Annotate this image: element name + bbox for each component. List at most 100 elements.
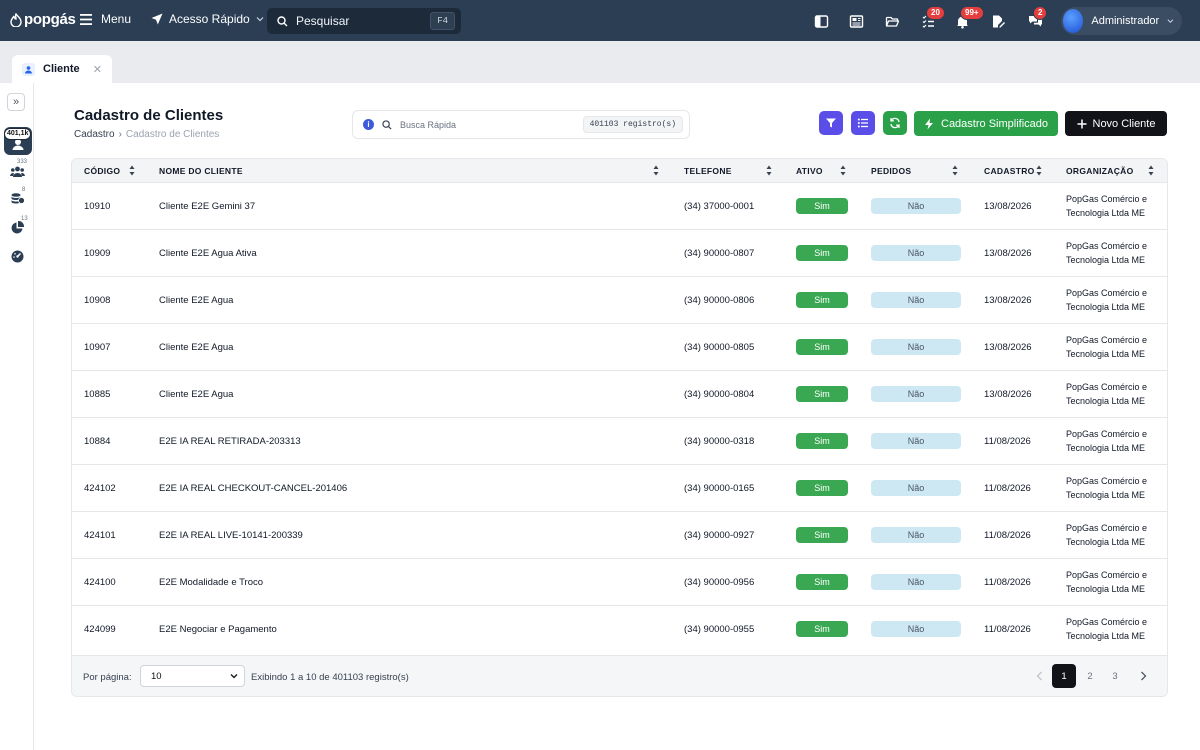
cell-code: 10910 [84, 201, 111, 212]
edit-document-button[interactable] [989, 12, 1007, 30]
org-line-2: Tecnologia Ltda ME [1066, 302, 1146, 312]
user-menu[interactable]: Administrador [1061, 7, 1182, 35]
pagination-summary: Exibindo 1 a 10 de 401103 registro(s) [251, 672, 409, 683]
cell-organization: PopGas Comércio e Tecnologia Ltda ME [1066, 192, 1162, 220]
new-client-button[interactable]: Novo Cliente [1065, 111, 1167, 136]
rail-reports-count: 13 [21, 216, 28, 222]
cell-phone: (34) 90000-0955 [684, 624, 755, 635]
status-badge-orders: Não [871, 480, 961, 496]
lightning-icon [925, 118, 933, 129]
cell-date: 11/08/2026 [984, 577, 1031, 588]
table-row[interactable]: 424100 E2E Modalidade e Troco (34) 90000… [72, 559, 1167, 606]
cell-organization: PopGas Comércio e Tecnologia Ltda ME [1066, 286, 1162, 314]
folder-open-icon [885, 16, 899, 27]
cell-code: 424102 [84, 483, 116, 494]
per-page-select[interactable]: 10 [140, 665, 245, 687]
column-header-telefone[interactable]: TELEFONE [684, 166, 732, 176]
cell-code: 424101 [84, 530, 116, 541]
quick-search-input[interactable]: i Busca Rápida 401103 registro(s) [352, 110, 690, 139]
hamburger-icon [80, 13, 92, 25]
table-row[interactable]: 10884 E2E IA REAL RETIRADA-203313 (34) 9… [72, 418, 1167, 465]
rail-item-dashboard[interactable] [5, 245, 29, 267]
sort-icon[interactable] [1148, 165, 1154, 176]
folders-button[interactable] [883, 12, 901, 30]
file-pen-icon [992, 15, 1005, 27]
column-header-organizacao[interactable]: ORGANIZAÇÃO [1066, 166, 1134, 176]
org-line-1: PopGas Comércio e [1066, 382, 1148, 392]
cell-phone: (34) 90000-0165 [684, 483, 755, 494]
column-header-nome[interactable]: NOME DO CLIENTE [159, 166, 243, 176]
side-rail: » 401,1k 333 8 13 [0, 83, 34, 750]
cell-phone: (34) 90000-0318 [684, 436, 755, 447]
tasks-badge: 20 [926, 6, 945, 20]
cell-date: 13/08/2026 [984, 295, 1032, 306]
next-page-button[interactable] [1131, 664, 1155, 688]
column-header-codigo[interactable]: CÓDIGO [84, 166, 120, 176]
org-line-2: Tecnologia Ltda ME [1066, 631, 1146, 641]
menu-button[interactable]: Menu [80, 12, 131, 26]
cell-organization: PopGas Comércio e Tecnologia Ltda ME [1066, 521, 1162, 549]
sort-icon[interactable] [952, 165, 958, 176]
tasks-button[interactable]: 20 [919, 6, 945, 30]
status-badge-active: Sim [796, 480, 848, 496]
close-icon[interactable]: ✕ [93, 63, 102, 76]
cell-organization: PopGas Comércio e Tecnologia Ltda ME [1066, 474, 1162, 502]
quick-access-label: Acesso Rápido [169, 12, 250, 26]
tab-cliente[interactable]: Cliente ✕ [12, 55, 112, 83]
table-row[interactable]: 10885 Cliente E2E Agua (34) 90000-0804 S… [72, 371, 1167, 418]
column-header-cadastro[interactable]: CADASTRO [984, 166, 1035, 176]
cell-organization: PopGas Comércio e Tecnologia Ltda ME [1066, 568, 1162, 596]
messages-button[interactable]: 2 [1026, 6, 1048, 30]
per-page-value: 10 [151, 670, 162, 682]
table-row[interactable]: 10908 Cliente E2E Agua (34) 90000-0806 S… [72, 277, 1167, 324]
global-search-input[interactable]: Pesquisar F4 [267, 8, 461, 34]
page-2-button[interactable]: 2 [1078, 664, 1102, 688]
cell-name: Cliente E2E Agua Ativa [159, 248, 257, 259]
table-row[interactable]: 10909 Cliente E2E Agua Ativa (34) 90000-… [72, 230, 1167, 277]
sort-icon[interactable] [766, 165, 772, 176]
org-line-1: PopGas Comércio e [1066, 288, 1148, 298]
breadcrumb-current: Cadastro de Clientes [125, 129, 220, 140]
table-row[interactable]: 10907 Cliente E2E Agua (34) 90000-0805 S… [72, 324, 1167, 371]
sidebar-toggle-button[interactable] [812, 12, 830, 30]
table-row[interactable]: 424101 E2E IA REAL LIVE-10141-200339 (34… [72, 512, 1167, 559]
org-line-2: Tecnologia Ltda ME [1066, 349, 1146, 359]
cell-name: E2E IA REAL CHECKOUT-CANCEL-201406 [159, 483, 348, 494]
refresh-button[interactable] [883, 111, 907, 135]
quick-access-dropdown[interactable]: Acesso Rápido [151, 12, 264, 26]
list-view-button[interactable] [851, 111, 875, 135]
sort-icon[interactable] [129, 165, 135, 176]
org-line-2: Tecnologia Ltda ME [1066, 255, 1146, 265]
sort-icon[interactable] [840, 165, 846, 176]
simplified-registration-button[interactable]: Cadastro Simplificado [914, 111, 1058, 136]
page-3-button[interactable]: 3 [1103, 664, 1127, 688]
column-header-ativo[interactable]: ATIVO [796, 166, 823, 176]
info-icon[interactable]: i [363, 119, 374, 130]
sort-icon[interactable] [1036, 165, 1042, 176]
org-line-2: Tecnologia Ltda ME [1066, 490, 1146, 500]
app-logo[interactable]: popgás [10, 11, 76, 28]
cell-name: E2E Modalidade e Troco [159, 577, 264, 588]
status-badge-active: Sim [796, 198, 848, 214]
gauge-icon [11, 250, 23, 262]
table-row[interactable]: 424102 E2E IA REAL CHECKOUT-CANCEL-20140… [72, 465, 1167, 512]
records-count-pill: 401103 registro(s) [582, 116, 683, 133]
news-button[interactable] [847, 12, 865, 30]
expand-sidebar-button[interactable]: » [7, 93, 25, 111]
table-row[interactable]: 424099 E2E Negociar e Pagamento (34) 900… [72, 606, 1167, 653]
cell-date: 13/08/2026 [984, 389, 1032, 400]
cell-phone: (34) 90000-0805 [684, 342, 755, 353]
filter-button[interactable] [819, 111, 843, 135]
tab-bar: Cliente ✕ [0, 41, 1200, 83]
table-row[interactable]: 10910 Cliente E2E Gemini 37 (34) 37000-0… [72, 183, 1167, 230]
breadcrumb-cadastro[interactable]: Cadastro [74, 129, 115, 140]
sort-icon[interactable] [653, 165, 659, 176]
previous-page-button[interactable] [1027, 664, 1051, 688]
org-line-2: Tecnologia Ltda ME [1066, 443, 1146, 453]
page-1-button[interactable]: 1 [1052, 664, 1076, 688]
notifications-button[interactable]: 99+ [953, 6, 984, 30]
cell-code: 10908 [84, 295, 111, 306]
status-badge-orders: Não [871, 527, 961, 543]
rail-item-finance[interactable] [5, 187, 29, 209]
column-header-pedidos[interactable]: PEDIDOS [871, 166, 911, 176]
